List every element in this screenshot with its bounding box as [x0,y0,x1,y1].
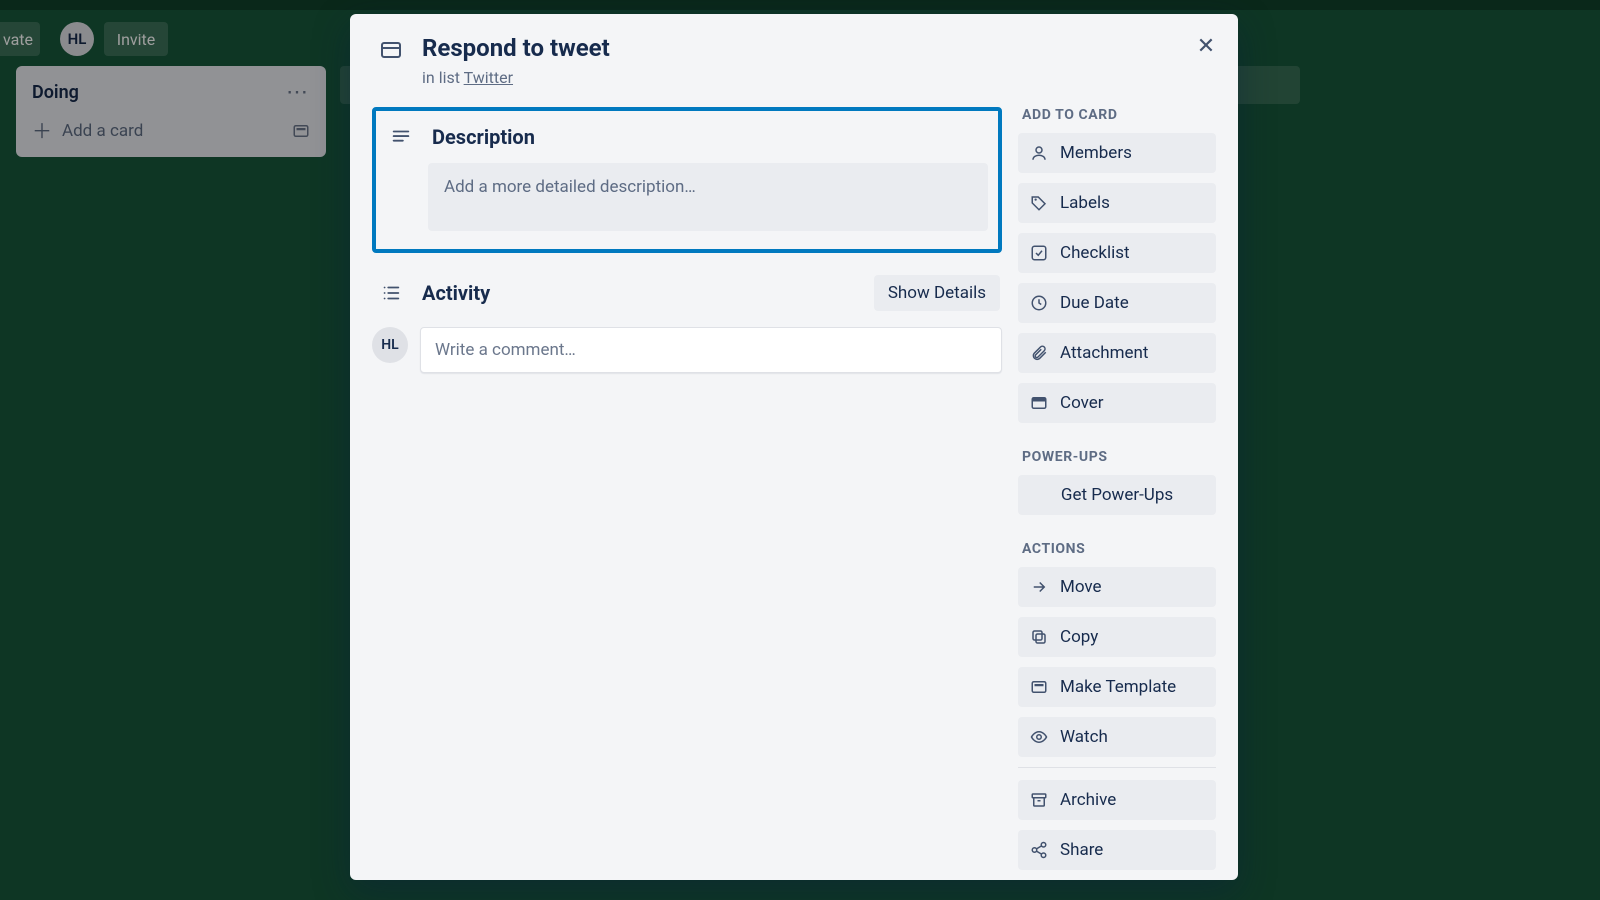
actions-heading: ACTIONS [1022,541,1216,557]
move-button[interactable]: Move [1018,567,1216,607]
sidebar-item-label: Labels [1060,193,1110,213]
card-in-list: in list Twitter [422,68,1216,87]
check-icon [1030,244,1048,262]
close-icon[interactable]: ✕ [1188,28,1224,64]
divider [1018,767,1216,768]
comment-input[interactable]: Write a comment… [420,327,1002,373]
user-icon [1030,144,1048,162]
card-icon [376,32,406,62]
card-title[interactable]: Respond to tweet [422,32,1216,68]
cover-button[interactable]: Cover [1018,383,1216,423]
cover-icon [1030,394,1048,412]
sidebar-item-label: Cover [1060,393,1104,413]
card-modal: ✕ Respond to tweet in list Twitter Descr… [350,14,1238,880]
template-icon [1030,678,1048,696]
sidebar-item-label: Move [1060,577,1102,597]
power-ups-heading: POWER-UPS [1022,449,1216,465]
sidebar-item-label: Due Date [1060,293,1129,313]
description-section: Description Add a more detailed descript… [372,107,1002,253]
sidebar-item-label: Checklist [1060,243,1130,263]
activity-icon [376,282,406,304]
sidebar-item-label: Get Power-Ups [1061,485,1173,505]
archive-button[interactable]: Archive [1018,780,1216,820]
description-heading: Description [432,125,535,149]
sidebar-item-label: Copy [1060,627,1098,647]
copy-button[interactable]: Copy [1018,617,1216,657]
sidebar-item-label: Share [1060,840,1103,860]
eye-icon [1030,728,1048,746]
sidebar-item-label: Make Template [1060,677,1176,697]
checklist-button[interactable]: Checklist [1018,233,1216,273]
share-button[interactable]: Share [1018,830,1216,870]
description-input[interactable]: Add a more detailed description… [428,163,988,231]
copy-icon [1030,628,1048,646]
watch-button[interactable]: Watch [1018,717,1216,757]
arrow-right-icon [1030,578,1048,596]
sidebar-item-label: Members [1060,143,1132,163]
activity-section: Activity Show Details HL Write a comment… [372,275,1002,373]
archive-icon [1030,791,1048,809]
attachment-button[interactable]: Attachment [1018,333,1216,373]
members-button[interactable]: Members [1018,133,1216,173]
add-to-card-heading: ADD TO CARD [1022,107,1216,123]
due-date-button[interactable]: Due Date [1018,283,1216,323]
paperclip-icon [1030,344,1048,362]
labels-button[interactable]: Labels [1018,183,1216,223]
sidebar-item-label: Watch [1060,727,1108,747]
activity-heading: Activity [422,281,490,305]
tag-icon [1030,194,1048,212]
clock-icon [1030,294,1048,312]
list-link[interactable]: Twitter [464,68,513,87]
get-power-ups-button[interactable]: Get Power-Ups [1018,475,1216,515]
show-details-button[interactable]: Show Details [874,275,1000,311]
make-template-button[interactable]: Make Template [1018,667,1216,707]
sidebar-item-label: Archive [1060,790,1116,810]
avatar: HL [372,327,408,363]
card-sidebar: ADD TO CARD Members Labels Checklist Due… [1018,107,1216,896]
description-icon [386,126,416,148]
share-icon [1030,841,1048,859]
sidebar-item-label: Attachment [1060,343,1148,363]
